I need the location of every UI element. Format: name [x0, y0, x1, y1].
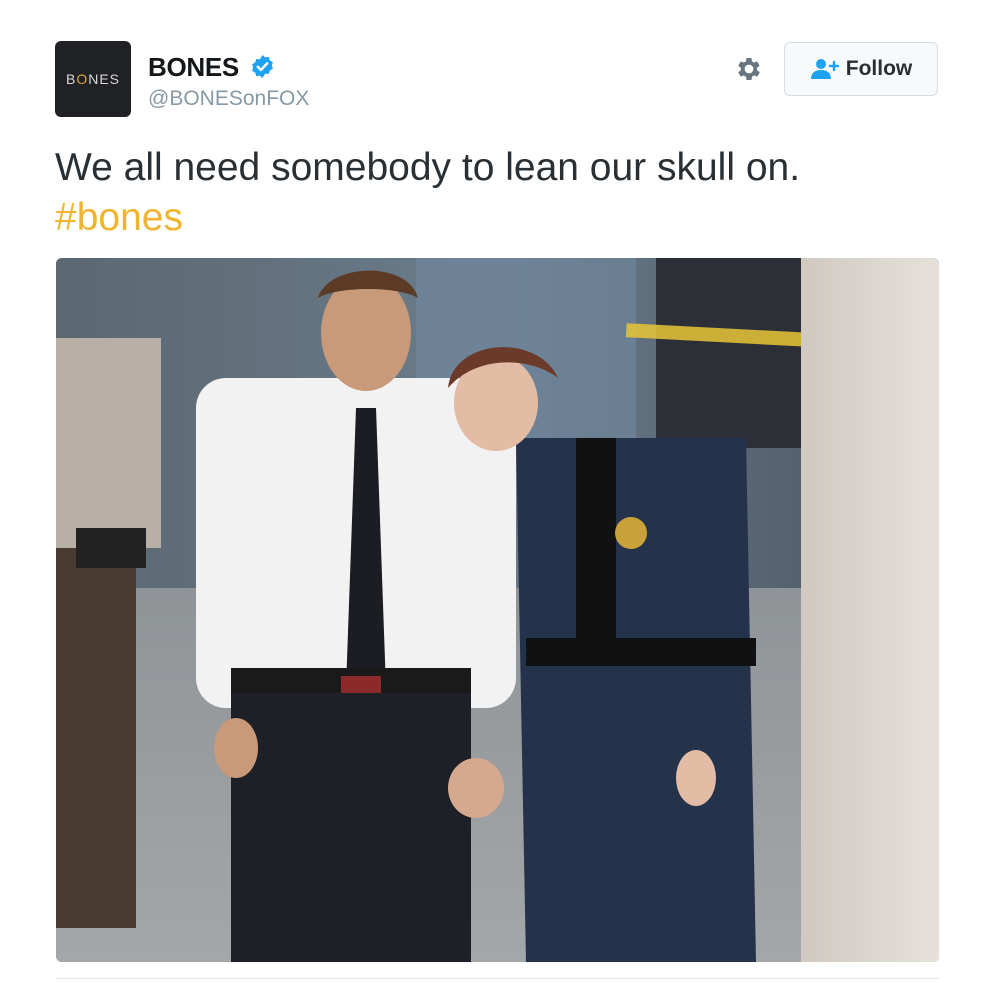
tweet-photo[interactable]	[56, 258, 939, 962]
photo-illustration	[56, 258, 939, 962]
follow-button[interactable]: Follow	[784, 42, 938, 96]
add-user-icon	[810, 59, 839, 79]
avatar-logo-text: BONES	[65, 71, 121, 87]
gear-icon[interactable]	[734, 54, 764, 84]
tweet-text: We all need somebody to lean our skull o…	[55, 143, 945, 243]
account-avatar[interactable]: BONES	[55, 41, 131, 117]
tweet-body: We all need somebody to lean our skull o…	[55, 146, 801, 189]
account-handle[interactable]: @BONESonFOX	[148, 87, 309, 111]
verified-badge-icon	[252, 55, 273, 78]
hashtag-link[interactable]: #bones	[55, 193, 945, 243]
account-name[interactable]: BONES	[148, 52, 239, 83]
divider	[56, 978, 939, 979]
follow-label: Follow	[845, 57, 913, 80]
